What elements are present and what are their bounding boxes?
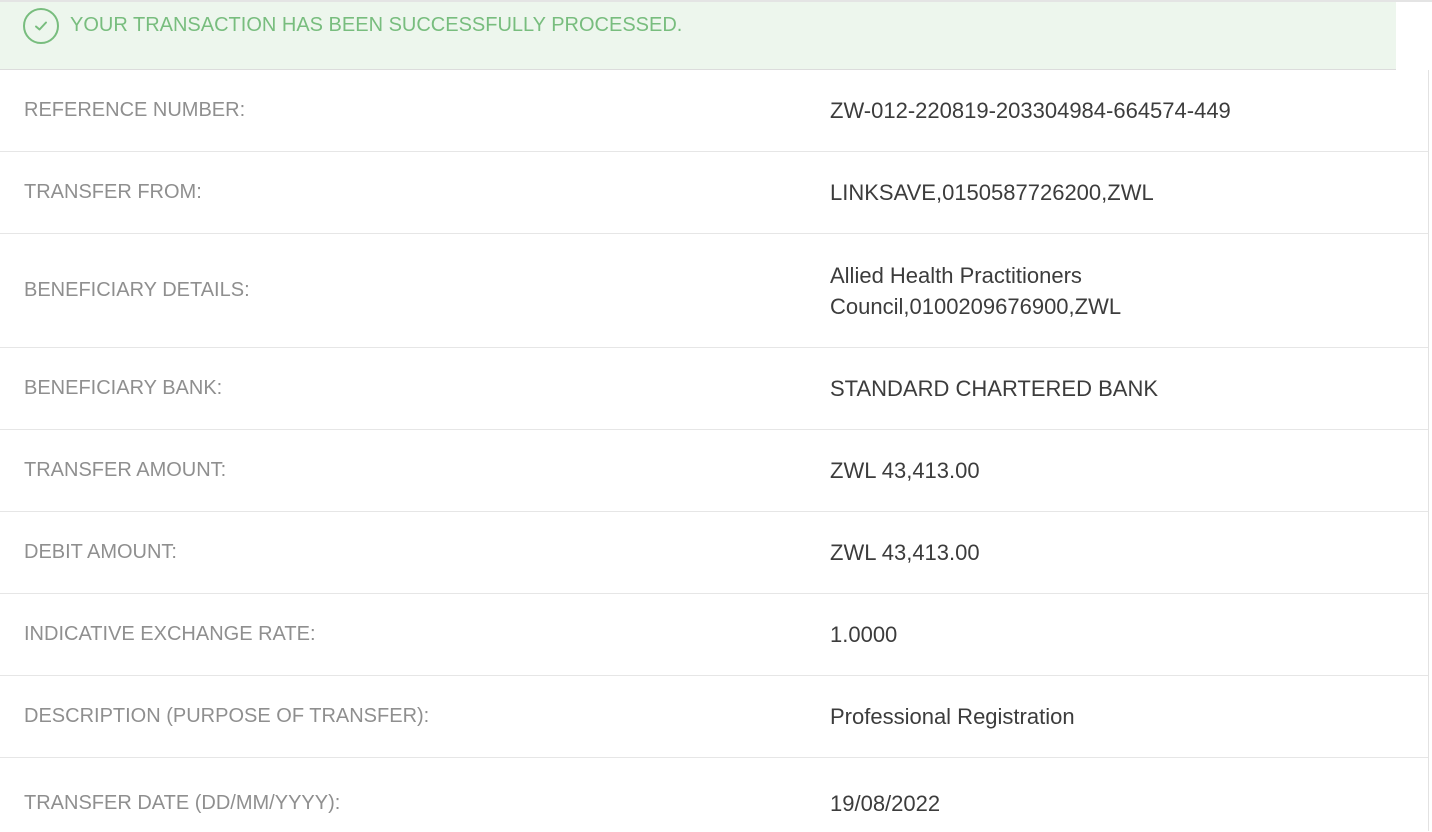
beneficiary-details-line2: Council,0100209676900,ZWL	[830, 293, 1122, 319]
detail-row-beneficiary-bank: BENEFICIARY BANK: STANDARD CHARTERED BAN…	[0, 348, 1428, 430]
transfer-date-label: TRANSFER DATE (DD/MM/YYYY):	[24, 792, 341, 814]
reference-number-value: ZW-012-220819-203304984-664574-449	[830, 98, 1231, 123]
success-message: YOUR TRANSACTION HAS BEEN SUCCESSFULLY P…	[70, 14, 683, 36]
success-banner: YOUR TRANSACTION HAS BEEN SUCCESSFULLY P…	[0, 2, 1396, 70]
transfer-from-value: LINKSAVE,0150587726200,ZWL	[830, 180, 1154, 205]
beneficiary-details-label: BENEFICIARY DETAILS:	[24, 279, 250, 301]
transaction-details-table: REFERENCE NUMBER: ZW-012-220819-20330498…	[0, 70, 1429, 831]
exchange-rate-value: 1.0000	[830, 622, 898, 647]
transfer-date-value: 19/08/2022	[830, 791, 941, 816]
beneficiary-details-line1: Allied Health Practitioners	[830, 262, 1082, 288]
beneficiary-details-value: Allied Health Practitioners Council,0100…	[830, 260, 1390, 322]
detail-row-transfer-from: TRANSFER FROM: LINKSAVE,0150587726200,ZW…	[0, 152, 1428, 234]
reference-number-label: REFERENCE NUMBER:	[24, 99, 246, 121]
description-label: DESCRIPTION (PURPOSE OF TRANSFER):	[24, 705, 430, 727]
exchange-rate-label: INDICATIVE EXCHANGE RATE:	[24, 623, 316, 645]
beneficiary-bank-label: BENEFICIARY BANK:	[24, 377, 223, 399]
transfer-from-label: TRANSFER FROM:	[24, 181, 202, 203]
detail-row-transfer-date: TRANSFER DATE (DD/MM/YYYY): 19/08/2022	[0, 758, 1428, 831]
description-value: Professional Registration	[830, 704, 1075, 729]
detail-row-beneficiary-details: BENEFICIARY DETAILS: Allied Health Pract…	[0, 234, 1428, 348]
detail-row-debit-amount: DEBIT AMOUNT: ZWL 43,413.00	[0, 512, 1428, 594]
transaction-confirmation-page: YOUR TRANSACTION HAS BEEN SUCCESSFULLY P…	[0, 0, 1432, 832]
detail-row-exchange-rate: INDICATIVE EXCHANGE RATE: 1.0000	[0, 594, 1428, 676]
detail-row-description: DESCRIPTION (PURPOSE OF TRANSFER): Profe…	[0, 676, 1428, 758]
transfer-amount-label: TRANSFER AMOUNT:	[24, 459, 227, 481]
debit-amount-label: DEBIT AMOUNT:	[24, 541, 177, 563]
detail-row-transfer-amount: TRANSFER AMOUNT: ZWL 43,413.00	[0, 430, 1428, 512]
detail-row-reference-number: REFERENCE NUMBER: ZW-012-220819-20330498…	[0, 70, 1428, 152]
transfer-amount-value: ZWL 43,413.00	[830, 458, 980, 483]
check-circle-icon	[23, 8, 59, 44]
beneficiary-bank-value: STANDARD CHARTERED BANK	[830, 376, 1159, 401]
debit-amount-value: ZWL 43,413.00	[830, 540, 980, 565]
